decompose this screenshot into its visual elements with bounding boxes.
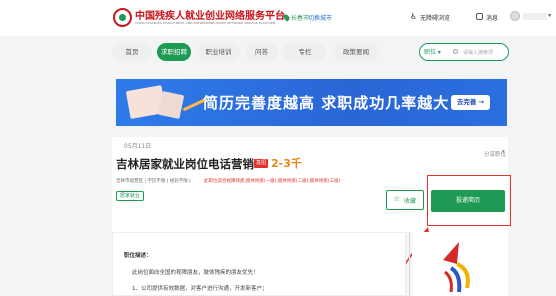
search-type-label: 职位 xyxy=(424,49,437,56)
site-title[interactable]: 中国残疾人就业创业网络服务平台 xyxy=(135,7,285,22)
nav-columns[interactable]: 专栏 xyxy=(283,43,327,61)
search-input[interactable]: 请输入搜索项 xyxy=(451,43,509,61)
user-name-placeholder[interactable] xyxy=(523,13,547,20)
site-logo-icon[interactable] xyxy=(113,8,132,27)
nav-jobs[interactable]: 求职招聘 xyxy=(157,43,191,61)
job-meta: 吉林市船营区 | 学历不限 | 经验不限 | xyxy=(116,179,191,184)
company-logo[interactable] xyxy=(437,240,477,294)
salary: 2-3千 xyxy=(271,157,302,170)
accessibility-link[interactable]: 无障碍浏览 xyxy=(420,13,450,22)
favorite-label[interactable]: 收藏 xyxy=(404,196,416,205)
logo-red-stroke xyxy=(444,270,453,293)
switch-city-link[interactable]: 切换城市 xyxy=(308,13,332,22)
current-city: 长春市 xyxy=(291,15,310,22)
nav-training[interactable]: 职业培训 xyxy=(196,43,241,61)
complete-resume-button[interactable]: 去完善 → xyxy=(451,95,490,110)
disability-suitability: 此职位适合视障残疾,肢体残疾(一级),肢体残疾(二级),肢体残疾(三级) xyxy=(204,179,341,184)
messages-link[interactable]: 消息 xyxy=(486,13,498,22)
divider xyxy=(409,232,410,296)
search-icon[interactable] xyxy=(453,49,458,54)
top-header: 中国残疾人就业创业网络服务平台 CHINA DISABLED EMPLOYMEN… xyxy=(0,0,556,36)
description-line: 1、公司提供有效数据，对客户进行沟通，开发新客户； xyxy=(132,286,268,292)
search-type-select[interactable]: 职位 ▾ xyxy=(419,43,451,61)
description-heading: 职位描述： xyxy=(124,253,152,259)
description-line: 此岗位面向全国的视障朋友，肢体残疾的朋友优先！ xyxy=(132,270,259,276)
nav-qa[interactable]: 问答 xyxy=(245,43,278,61)
chevron-down-icon[interactable]: ▾ xyxy=(548,12,551,19)
job-title: 吉林居家就业岗位电话营销 xyxy=(116,157,254,171)
nav-policy-news[interactable]: 政策要闻 xyxy=(332,43,380,61)
message-icon[interactable] xyxy=(476,13,483,20)
accessibility-icon[interactable]: ♿ xyxy=(410,12,417,21)
banner-slogan: 简历完善度越高 求职成功几率越大 xyxy=(203,94,450,112)
post-date: 05月11日 xyxy=(124,143,152,150)
promo-banner[interactable]: 简历完善度越高 求职成功几率越大 去完善 → xyxy=(116,79,507,126)
site-subtitle: CHINA DISABLED EMPLOYMENT AND ENTREPRENE… xyxy=(135,21,276,25)
job-tag: 居家就业 xyxy=(116,191,145,201)
star-icon[interactable]: ☆ xyxy=(393,194,400,203)
annotation-highlight-box xyxy=(427,175,511,226)
chevron-down-icon[interactable]: ▾ xyxy=(502,149,505,155)
logo-red-shape xyxy=(443,242,459,264)
urgent-badge: 急招 xyxy=(254,159,268,168)
user-avatar[interactable] xyxy=(510,11,520,21)
nav-home[interactable]: 首页 xyxy=(112,43,152,61)
